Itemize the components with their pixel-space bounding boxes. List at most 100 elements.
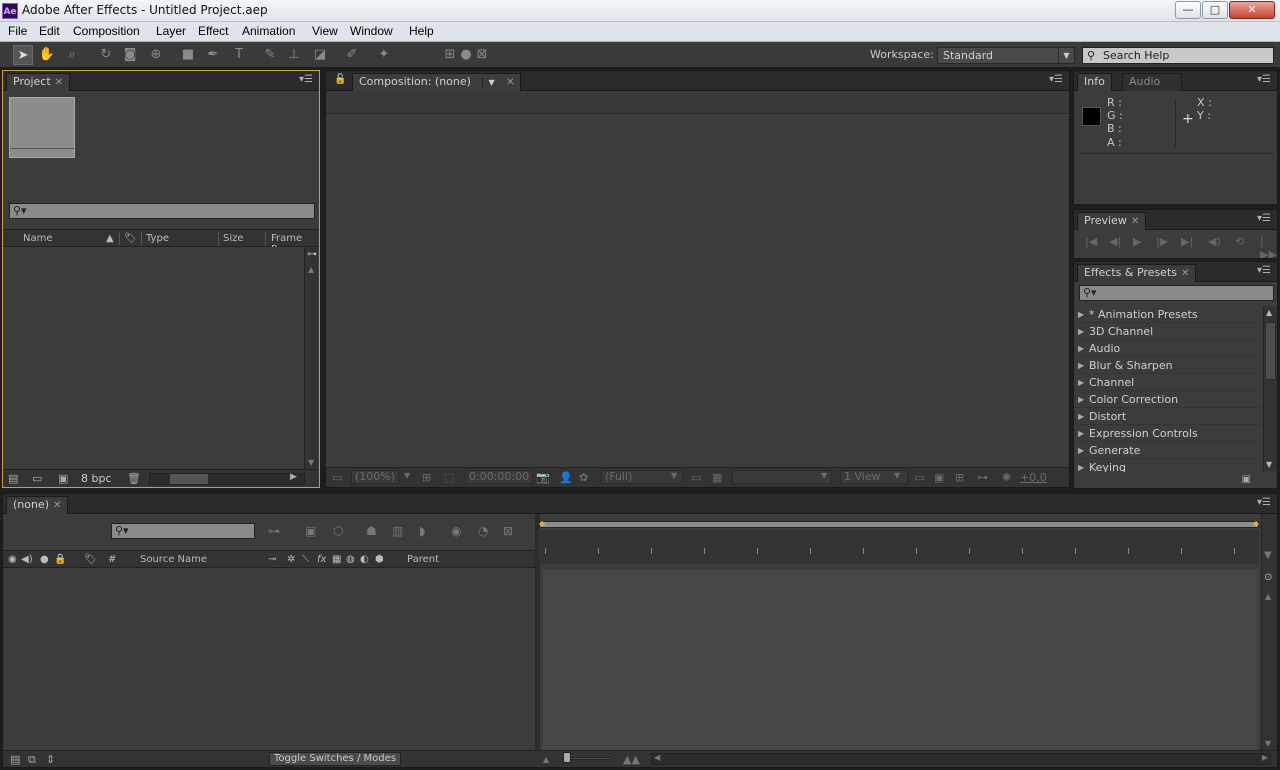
exposure-value[interactable]: +0,0 — [1020, 471, 1047, 484]
pen-tool-icon[interactable]: ✒ — [203, 45, 223, 65]
shy-switch-icon[interactable]: ⊸ — [268, 554, 276, 565]
timeline-search-input[interactable]: ⚲▾ — [111, 523, 255, 539]
active-camera-dropdown[interactable] — [732, 470, 832, 484]
tab-info[interactable]: Info — [1077, 73, 1112, 91]
minimize-button[interactable]: — — [1175, 1, 1201, 19]
adjustment-layer-switch-icon[interactable]: ◐ — [360, 554, 369, 565]
toggle-mask-icon[interactable]: ⬚ — [444, 471, 454, 484]
expand-triangle-icon[interactable]: ▶ — [1078, 459, 1084, 472]
list-item[interactable]: ▶ Channel — [1074, 374, 1262, 391]
scroll-thumb[interactable] — [170, 474, 208, 484]
eraser-tool-icon[interactable]: ◪ — [310, 45, 330, 65]
menu-edit[interactable]: Edit — [39, 24, 60, 38]
scroll-right-icon[interactable]: ▶ — [290, 472, 297, 482]
list-item[interactable]: ▶ 3D Channel — [1074, 323, 1262, 340]
menu-layer[interactable]: Layer — [156, 24, 186, 38]
draft-3d-icon[interactable]: ⬡ — [333, 524, 343, 538]
time-zoom-knob[interactable] — [563, 752, 571, 763]
zoom-in-icon[interactable]: ▲▲ — [623, 753, 640, 766]
exposure-icon[interactable]: ✺ — [1002, 471, 1011, 484]
list-item[interactable]: ▶ Audio — [1074, 340, 1262, 357]
new-composition-icon[interactable]: ▣ — [58, 472, 68, 485]
label-tag-icon[interactable]: 🏷 — [84, 554, 97, 565]
menu-composition[interactable]: Composition — [73, 24, 140, 38]
motion-blur-switch-icon[interactable]: ◍ — [346, 554, 355, 565]
solo-icon[interactable]: ● — [40, 554, 49, 565]
list-item[interactable]: ▶ * Animation Presets — [1074, 306, 1262, 323]
work-area-start-handle-icon[interactable]: ◆ — [539, 519, 545, 528]
list-item[interactable]: ▶ Distort — [1074, 408, 1262, 425]
mute-audio-icon[interactable]: ◀) — [1208, 235, 1221, 248]
layer-switches-icon[interactable]: ▤ — [10, 753, 20, 766]
panel-menu-icon[interactable]: ▾☰ — [1257, 74, 1271, 85]
composition-button-icon[interactable]: ⊙ — [1264, 572, 1272, 583]
maximize-button[interactable]: □ — [1202, 1, 1228, 19]
scroll-up-icon[interactable]: ▲ — [308, 265, 314, 274]
scroll-down-icon[interactable]: ▼ — [308, 458, 314, 467]
lock-icon[interactable]: 🔓 — [334, 74, 346, 85]
pixel-aspect-icon[interactable]: ▭ — [914, 471, 924, 484]
menu-file[interactable]: File — [8, 24, 27, 38]
menu-help[interactable]: Help — [409, 24, 434, 38]
timeline-layer-outline[interactable] — [3, 569, 535, 751]
expand-triangle-icon[interactable]: ▶ — [1078, 306, 1084, 323]
frame-blend-switch-icon[interactable]: ▦ — [332, 554, 341, 565]
composition-viewer[interactable] — [326, 113, 1069, 467]
region-of-interest-icon[interactable]: ▭ — [691, 471, 701, 484]
transparency-grid-icon[interactable]: ▦ — [712, 471, 722, 484]
auto-keyframe-icon[interactable]: ◔ — [478, 524, 488, 538]
current-time-display[interactable]: 0:00:00:00 — [465, 470, 534, 484]
expand-triangle-icon[interactable]: ▶ — [1078, 374, 1084, 391]
comp-mini-flowchart-icon[interactable]: ⊶ — [268, 524, 280, 538]
list-item[interactable]: ▶ Expression Controls — [1074, 425, 1262, 442]
menu-animation[interactable]: Animation — [242, 24, 295, 38]
in-out-stretch-icon[interactable]: ⇕ — [46, 753, 55, 766]
timeline-layer-area[interactable] — [543, 570, 1257, 752]
play-icon[interactable]: ▶ — [1133, 235, 1141, 248]
menu-view[interactable]: View — [312, 24, 338, 38]
close-icon[interactable]: ✕ — [1181, 268, 1189, 279]
close-button[interactable]: ✕ — [1229, 1, 1275, 19]
scroll-up-icon[interactable]: ▲ — [1266, 308, 1272, 317]
panel-menu-icon[interactable]: ▾☰ — [299, 74, 313, 85]
clone-stamp-tool-icon[interactable]: ⊥ — [284, 45, 304, 65]
rotation-tool-icon[interactable]: ↻ — [96, 45, 116, 65]
transfer-controls-icon[interactable]: ⧉ — [28, 753, 36, 767]
timeline-vertical-scrollbar[interactable]: ▼ ⊙ ▲ ▼ — [1261, 514, 1277, 752]
3d-layer-switch-icon[interactable]: ⬢ — [375, 554, 384, 565]
loop-icon[interactable]: ⟲ — [1235, 235, 1244, 248]
work-area-bar[interactable]: ◆ ◆ — [539, 519, 1259, 528]
puppet-pin-tool-icon[interactable]: ✦ — [374, 45, 394, 65]
trash-icon[interactable]: 🗑 — [127, 472, 141, 485]
chevron-down-icon[interactable]: ▼ — [482, 78, 495, 87]
bit-depth-button[interactable]: 8 bpc — [81, 472, 112, 485]
sort-arrow-icon[interactable]: ▲ — [106, 233, 114, 244]
flowchart-icon[interactable]: ⊶ — [307, 249, 317, 260]
flowchart-icon[interactable]: ⊶ — [977, 471, 988, 484]
roto-brush-tool-icon[interactable]: ✐ — [342, 45, 362, 65]
live-update-icon[interactable]: ▣ — [305, 524, 316, 538]
timeline-icon[interactable]: ⊞ — [955, 471, 964, 484]
tab-effects-presets[interactable]: Effects & Presets ✕ — [1077, 264, 1197, 282]
new-folder-icon[interactable]: ▭ — [32, 472, 42, 485]
tab-project[interactable]: Project ✕ — [6, 73, 71, 91]
new-preset-icon[interactable]: ▣ — [1242, 474, 1251, 485]
menu-effect[interactable]: Effect — [198, 24, 228, 38]
last-frame-icon[interactable]: ▶| — [1181, 235, 1193, 248]
panel-menu-icon[interactable]: ▾☰ — [1257, 265, 1271, 276]
expand-triangle-icon[interactable]: ▶ — [1078, 425, 1084, 442]
panel-menu-icon[interactable]: ▾☰ — [1049, 74, 1063, 85]
pan-behind-tool-icon[interactable]: ⊕ — [146, 45, 166, 65]
label-tag-icon[interactable]: 🏷 — [124, 233, 137, 244]
ram-preview-icon[interactable]: |▶▶ — [1260, 235, 1277, 258]
rectangle-tool-icon[interactable]: ■ — [178, 45, 198, 65]
panel-menu-icon[interactable]: ▾☰ — [1257, 497, 1271, 508]
safe-margins-icon[interactable]: ⊞ — [422, 471, 431, 484]
project-vertical-scrollbar[interactable]: ⊶ ▲ ▼ — [304, 247, 318, 469]
project-search-input[interactable]: ⚲▾ — [9, 203, 315, 219]
project-item-list[interactable] — [3, 247, 303, 471]
snapshot-icon[interactable]: 📷 — [536, 471, 550, 484]
time-zoom-slider[interactable] — [565, 757, 611, 760]
graph-editor-icon[interactable]: ⊠ — [503, 524, 513, 538]
layer-number-column[interactable]: # — [108, 554, 116, 565]
